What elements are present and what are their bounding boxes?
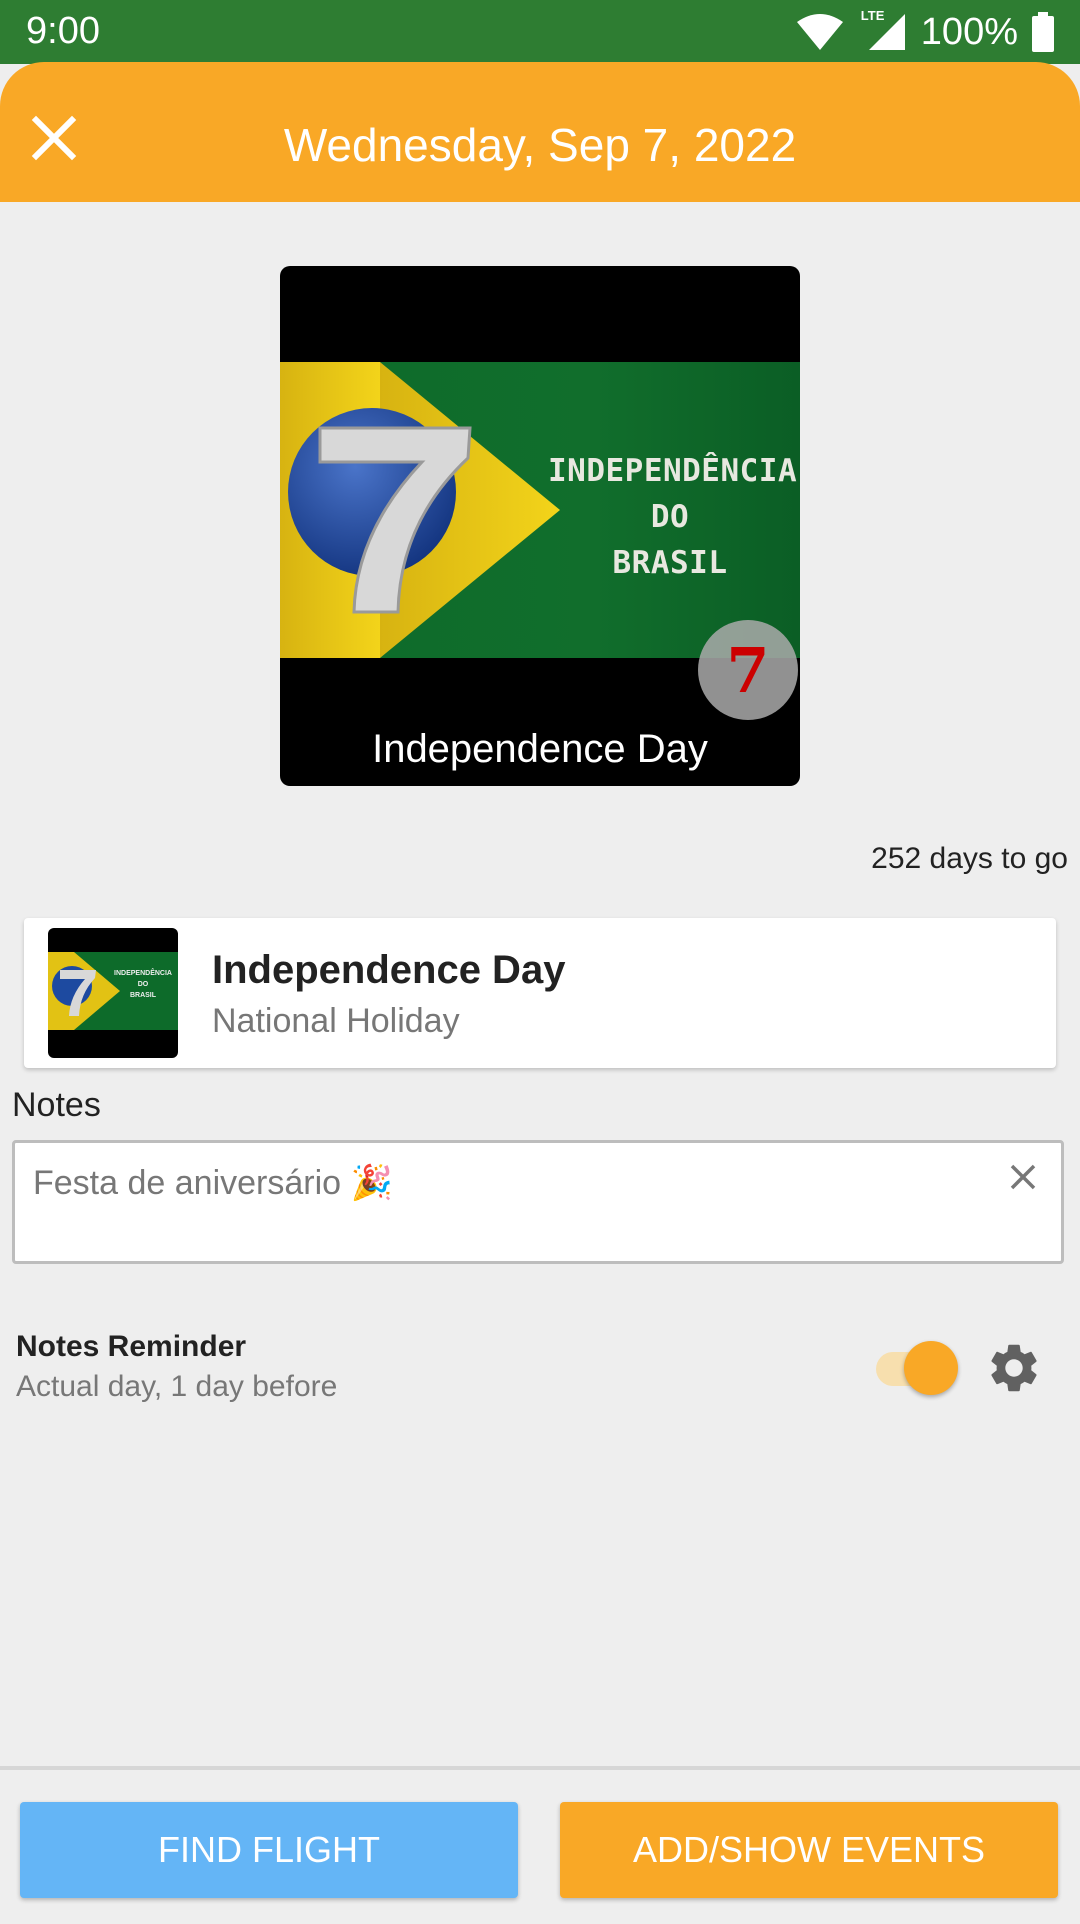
reminder-subtitle: Actual day, 1 day before xyxy=(16,1370,338,1403)
cell-signal-icon: LTE xyxy=(859,8,907,52)
event-card[interactable]: INDEPENDÊNCIA DO BRASIL Independence Day… xyxy=(24,918,1056,1068)
thumb-text-line: INDEPENDÊNCIA xyxy=(114,970,172,977)
reminder-settings-button[interactable] xyxy=(982,1336,1046,1400)
find-flight-button[interactable]: FIND FLIGHT xyxy=(20,1802,518,1898)
close-icon xyxy=(1010,1164,1036,1190)
thumb-caption: INDEPENDÊNCIA DO BRASIL xyxy=(110,968,176,1001)
status-time: 9:00 xyxy=(26,10,100,52)
clear-notes-button[interactable] xyxy=(999,1153,1047,1201)
brazil-flag-graphic: INDEPENDÊNCIA DO BRASIL xyxy=(280,362,800,658)
battery-icon xyxy=(1032,12,1054,52)
event-hero-image[interactable]: INDEPENDÊNCIA DO BRASIL 7 Independence D… xyxy=(280,266,800,786)
wifi-icon xyxy=(796,14,843,50)
count-badge: 7 xyxy=(698,620,798,720)
hero-caption: Independence Day xyxy=(372,727,708,771)
thumb-text-line: BRASIL xyxy=(129,992,157,999)
status-bar: 9:00 LTE 100% xyxy=(0,0,1080,64)
add-show-events-button[interactable]: ADD/SHOW EVENTS xyxy=(560,1802,1058,1898)
app-bar: Wednesday, Sep 7, 2022 xyxy=(0,62,1080,202)
notes-text[interactable]: Festa de aniversário 🎉 xyxy=(33,1163,393,1203)
flag-text-line: BRASIL xyxy=(612,545,728,581)
event-type: National Holiday xyxy=(212,1002,460,1040)
countdown-text: 252 days to go xyxy=(871,842,1068,875)
thumb-text-line: DO xyxy=(137,981,149,988)
page-title: Wednesday, Sep 7, 2022 xyxy=(283,119,797,171)
gear-icon xyxy=(991,1344,1037,1392)
status-icons: LTE 100% xyxy=(795,8,1054,56)
notes-field[interactable]: Festa de aniversário 🎉 xyxy=(12,1140,1064,1264)
bottom-action-bar: FIND FLIGHT ADD/SHOW EVENTS xyxy=(0,1766,1080,1924)
event-thumbnail: INDEPENDÊNCIA DO BRASIL xyxy=(48,928,178,1058)
flag-caption: INDEPENDÊNCIA DO BRASIL xyxy=(548,448,798,586)
network-type-label: LTE xyxy=(860,8,885,23)
toggle-thumb xyxy=(904,1341,958,1395)
notes-label: Notes xyxy=(12,1086,101,1124)
reminder-title: Notes Reminder xyxy=(16,1330,247,1363)
flag-text-line: DO xyxy=(650,499,690,535)
event-title: Independence Day xyxy=(212,948,566,992)
battery-percent: 100% xyxy=(920,10,1018,53)
reminder-toggle[interactable] xyxy=(872,1341,958,1395)
flag-text-line: INDEPENDÊNCIA xyxy=(548,453,798,489)
